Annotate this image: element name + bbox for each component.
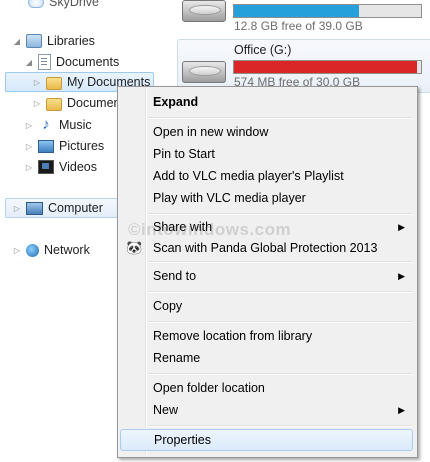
tree-label: SkyDrive [49, 0, 100, 9]
expand-arrow-icon[interactable]: ▷ [24, 141, 34, 151]
menu-item-label: Open in new window [153, 125, 269, 139]
documents-library-icon [38, 54, 51, 70]
drive-name: Office (G:) [234, 43, 292, 57]
collapse-arrow-icon[interactable]: ◢ [12, 36, 22, 46]
drive-usage-bar [233, 60, 422, 74]
tree-label: Music [59, 118, 92, 132]
collapse-arrow-icon[interactable]: ◢ [24, 57, 34, 67]
tree-label: Documents [56, 55, 120, 69]
menu-item-label: Open folder location [153, 381, 265, 395]
menu-item-label: Rename [153, 351, 201, 365]
tree-item-computer[interactable]: ▷ Computer [5, 198, 123, 218]
menu-separator [148, 291, 413, 293]
computer-icon [26, 201, 43, 215]
submenu-arrow-icon: ▶ [398, 221, 405, 232]
menu-item-label: Play with VLC media player [153, 191, 306, 205]
hard-drive-icon[interactable] [180, 0, 226, 24]
tree-label: Pictures [59, 139, 105, 153]
tree-item-pictures[interactable]: ▷ Pictures [24, 136, 104, 156]
menu-item-pin-to-start[interactable]: Pin to Start [120, 143, 413, 165]
tree-label: Videos [59, 160, 97, 174]
hard-drive-icon[interactable] [180, 55, 226, 85]
drive-usage-fill [234, 5, 360, 17]
menu-item-rename[interactable]: Rename [120, 347, 413, 369]
menu-item-copy[interactable]: Copy [120, 295, 413, 317]
drive-usage-bar [233, 4, 422, 18]
libraries-icon [26, 34, 42, 48]
menu-separator [148, 373, 413, 375]
menu-item-open-new-window[interactable]: Open in new window [120, 121, 413, 143]
tree-item-documents-folder[interactable]: ▷ Documents [32, 93, 130, 113]
menu-item-label: Expand [153, 95, 199, 109]
tree-item-videos[interactable]: ▷ Videos [24, 157, 97, 177]
menu-separator [148, 117, 413, 119]
menu-separator [148, 213, 413, 215]
network-icon [26, 243, 39, 257]
menu-item-play-vlc[interactable]: Play with VLC media player [120, 187, 413, 209]
pictures-icon [38, 139, 54, 153]
menu-item-scan-panda[interactable]: 🐼 Scan with Panda Global Protection 2013 [120, 237, 413, 259]
menu-item-expand[interactable]: Expand [120, 91, 413, 113]
tree-item-music[interactable]: ▷ ♪ Music [24, 115, 92, 135]
submenu-arrow-icon: ▶ [398, 404, 405, 415]
menu-item-label: Scan with Panda Global Protection 2013 [153, 241, 378, 255]
expand-arrow-icon[interactable]: ▷ [12, 203, 22, 213]
expand-arrow-icon[interactable]: ▷ [32, 77, 42, 87]
tree-label: Network [44, 243, 90, 257]
menu-item-add-vlc-playlist[interactable]: Add to VLC media player's Playlist [120, 165, 413, 187]
folder-icon [46, 77, 62, 90]
submenu-arrow-icon: ▶ [398, 270, 405, 281]
menu-item-open-folder-location[interactable]: Open folder location [120, 377, 413, 399]
menu-item-remove-location[interactable]: Remove location from library [120, 325, 413, 347]
expand-arrow-icon[interactable]: ▷ [32, 98, 42, 108]
drive-usage-fill [234, 61, 418, 73]
tree-label: Libraries [47, 34, 95, 48]
menu-item-label: New [153, 403, 179, 417]
menu-item-properties[interactable]: Properties [120, 429, 413, 451]
context-menu: Expand Open in new window Pin to Start A… [117, 86, 418, 458]
menu-item-send-to[interactable]: Send to ▶ [120, 265, 413, 287]
folder-icon [46, 98, 62, 111]
tree-item-documents[interactable]: ◢ Documents [24, 52, 119, 72]
menu-item-label: Send to [153, 269, 197, 283]
expand-arrow-icon[interactable]: ▷ [24, 162, 34, 172]
menu-item-label: Copy [153, 299, 183, 313]
menu-item-new[interactable]: New ▶ [120, 399, 413, 421]
menu-item-label: Pin to Start [153, 147, 215, 161]
menu-item-label: Add to VLC media player's Playlist [153, 169, 344, 183]
panda-icon: 🐼 [126, 240, 143, 255]
tree-label: Computer [48, 201, 103, 215]
expand-arrow-icon[interactable]: ▷ [24, 120, 34, 130]
menu-separator [148, 425, 413, 427]
menu-separator [148, 261, 413, 263]
tree-item-network[interactable]: ▷ Network [12, 240, 90, 260]
expand-arrow-icon[interactable]: ▷ [12, 245, 22, 255]
drive-free-space: 12.8 GB free of 39.0 GB [234, 19, 363, 33]
menu-separator [148, 321, 413, 323]
menu-item-label: Remove location from library [153, 329, 313, 343]
skydrive-icon [28, 0, 44, 8]
music-note-icon: ♪ [42, 116, 50, 133]
tree-item-skydrive[interactable]: SkyDrive [24, 0, 99, 12]
videos-icon [38, 160, 54, 174]
tree-item-libraries[interactable]: ◢ Libraries [12, 31, 95, 51]
menu-item-label: Properties [154, 433, 211, 447]
watermark: ©intowindows.com [128, 220, 292, 239]
